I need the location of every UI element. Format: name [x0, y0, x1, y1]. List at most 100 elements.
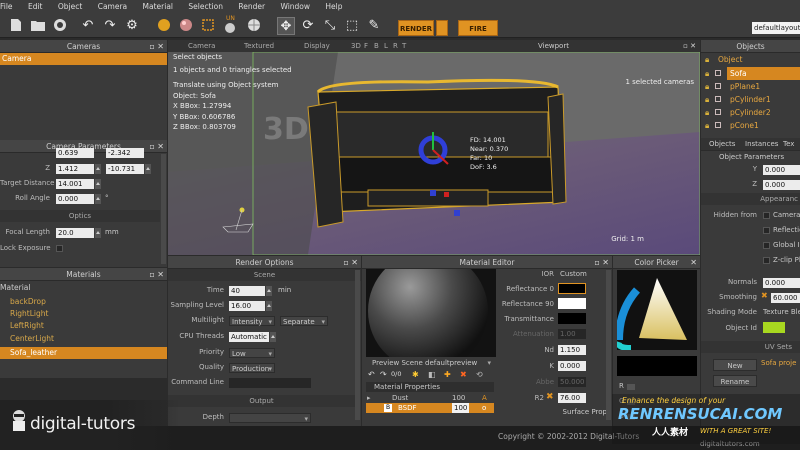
delete-layer-icon[interactable]: ✖	[460, 370, 467, 379]
object-id-swatch[interactable]	[763, 322, 785, 333]
hidden-camera-checkbox[interactable]	[763, 212, 770, 219]
attenuation-field[interactable]: 1.00	[558, 329, 586, 339]
nd-field[interactable]: 1.150	[558, 345, 586, 355]
scrollbar[interactable]	[355, 270, 360, 420]
camera-z-a[interactable]: 1.412	[56, 164, 94, 174]
object-checkbox[interactable]	[715, 96, 721, 102]
lock-icon[interactable]: 🔒︎	[705, 80, 709, 93]
panel-controls-icon[interactable]: ▫ ✕	[594, 256, 609, 269]
lock-exposure-checkbox[interactable]	[56, 245, 63, 252]
material-item-sofa-leather[interactable]: Sofa_leather	[0, 347, 167, 359]
quality-select[interactable]: Production	[229, 363, 275, 374]
multilight-mode-select[interactable]: Separate	[280, 316, 328, 327]
panel-controls-icon[interactable]: ▫ ✕	[149, 140, 164, 153]
layer-flag[interactable]: A	[482, 393, 487, 403]
lock-icon[interactable]: 🔒︎	[705, 119, 709, 132]
panel-controls-icon[interactable]: ▫ ✕	[343, 256, 358, 269]
preview-scene-select[interactable]: defaultpreview	[423, 358, 493, 368]
hidden-reflection-checkbox[interactable]	[763, 227, 770, 234]
sampling-field[interactable]: 16.00	[229, 301, 265, 311]
panel-controls-icon[interactable]: ▫ ✕	[149, 40, 164, 53]
viewport-tab-3d[interactable]: 3D	[351, 40, 361, 52]
object-tree-item[interactable]: 🔒︎ pCylinder1	[701, 93, 800, 106]
render-region-button[interactable]	[436, 20, 448, 36]
hidden-zclip-checkbox[interactable]	[763, 257, 770, 264]
expand-icon[interactable]: ▸	[367, 393, 371, 403]
panel-controls-icon[interactable]: ✕	[690, 256, 697, 269]
cpu-threads-field[interactable]: Automatic	[229, 332, 269, 342]
select-region-icon[interactable]: ⬚	[344, 17, 360, 33]
channel-r-slider[interactable]	[627, 384, 635, 390]
move-tool-icon[interactable]: ✥	[277, 17, 295, 35]
rotate-tool-icon[interactable]: ⟳	[300, 17, 316, 33]
layer-weight[interactable]: 100	[452, 393, 465, 403]
light-bulb-icon[interactable]	[222, 20, 238, 36]
object-tree-item[interactable]: 🔒︎ pPlane1	[701, 80, 800, 93]
menu-help[interactable]: Help	[325, 2, 342, 11]
normals-field[interactable]: 0.000	[763, 278, 800, 288]
settings-gear-icon[interactable]: ⚙	[124, 17, 140, 33]
refresh-icon[interactable]: ⟲	[476, 370, 483, 379]
sphere-material-icon[interactable]	[156, 17, 172, 33]
viewport-tab-f[interactable]: F	[364, 40, 368, 52]
material-item-backdrop[interactable]: backDrop	[0, 296, 167, 308]
scrollbar[interactable]	[161, 154, 166, 264]
viewport-tab-camera[interactable]: Camera	[188, 40, 215, 52]
layer-weight[interactable]: 100	[452, 403, 470, 413]
lock-icon[interactable]: 🔒︎	[705, 53, 709, 66]
hidden-gi-checkbox[interactable]	[763, 242, 770, 249]
menu-window[interactable]: Window	[280, 2, 310, 11]
object-checkbox[interactable]	[715, 109, 721, 115]
k-field[interactable]: 0.000	[558, 361, 586, 371]
object-tree-root[interactable]: 🔒︎ Object	[701, 53, 800, 66]
fire-button[interactable]: FIRE	[458, 20, 498, 36]
depth-select[interactable]	[229, 413, 311, 424]
viewport-tab-textured[interactable]: Textured	[244, 40, 274, 52]
material-item-centerlight[interactable]: CenterLight	[0, 333, 167, 345]
command-line-input[interactable]	[229, 378, 311, 388]
time-field[interactable]: 40	[229, 286, 265, 296]
spinner[interactable]	[266, 301, 272, 311]
uv-rename-button[interactable]: Rename	[713, 375, 757, 387]
globe-icon[interactable]	[246, 17, 262, 33]
layer-flag[interactable]: o	[482, 403, 486, 413]
object-checkbox[interactable]	[715, 83, 721, 89]
spinner[interactable]	[145, 164, 151, 174]
menu-selection[interactable]: Selection	[188, 2, 223, 11]
layout-select[interactable]: defaultlayout	[752, 22, 800, 34]
ior-value[interactable]: Custom	[560, 270, 587, 278]
camera-z-b[interactable]: -10.731	[106, 164, 144, 174]
redo-icon[interactable]: ↷	[102, 17, 118, 33]
undo-icon[interactable]: ↶	[80, 17, 96, 33]
spinner[interactable]	[266, 286, 272, 296]
object-tree-item[interactable]: 🔒︎ pCone1	[701, 119, 800, 132]
viewport-tab-r[interactable]: R	[393, 40, 398, 52]
panel-controls-icon[interactable]: ▫ ✕	[683, 40, 696, 52]
object-tree-item[interactable]: 🔒︎ pCylinder2	[701, 106, 800, 119]
panel-controls-icon[interactable]: ▫ ✕	[149, 268, 164, 281]
material-prop-row[interactable]: B BSDF 100 o	[366, 403, 494, 413]
shading-mode-value[interactable]: Texture Ble	[763, 308, 800, 316]
tab-textures[interactable]: Tex	[783, 138, 794, 150]
spinner[interactable]	[95, 228, 101, 238]
spinner[interactable]	[270, 332, 276, 342]
redo-icon[interactable]: ↷	[380, 370, 387, 379]
camera-row1-b[interactable]: -2.342	[106, 148, 144, 158]
menu-file[interactable]: File	[0, 2, 13, 11]
material-item-rightlight[interactable]: RightLight	[0, 308, 167, 320]
viewport-tab-b[interactable]: B	[374, 40, 379, 52]
tab-objects[interactable]: Objects	[709, 138, 735, 150]
viewport-tab-t[interactable]: T	[402, 40, 406, 52]
save-icon[interactable]	[52, 17, 68, 33]
open-folder-icon[interactable]	[30, 17, 46, 33]
lock-icon[interactable]: 🔒︎	[705, 93, 709, 106]
uv-new-button[interactable]: New	[713, 359, 757, 371]
roll-angle-field[interactable]: 0.000	[56, 194, 94, 204]
viewport[interactable]: 3D Select objects 1 objects and 0 triang…	[168, 52, 700, 255]
color-wheel[interactable]	[617, 270, 697, 350]
material-preview[interactable]	[366, 269, 496, 357]
object-y-field[interactable]: 0.000	[763, 165, 800, 175]
bounding-box-icon[interactable]	[200, 17, 216, 33]
transmittance-swatch[interactable]	[558, 313, 586, 324]
new-file-icon[interactable]	[8, 17, 24, 33]
